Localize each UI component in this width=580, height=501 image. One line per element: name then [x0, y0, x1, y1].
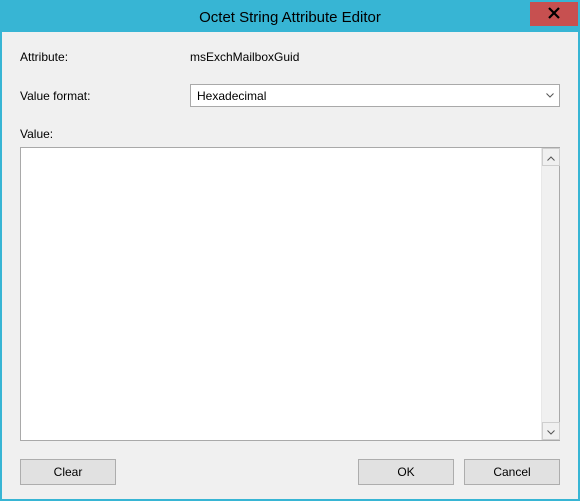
button-row: Clear OK Cancel — [20, 459, 560, 485]
close-icon — [548, 7, 560, 22]
titlebar: Octet String Attribute Editor — [2, 2, 578, 32]
value-label: Value: — [20, 127, 53, 141]
attribute-label: Attribute: — [20, 50, 190, 64]
value-format-select[interactable]: Hexadecimal — [190, 84, 560, 107]
close-button[interactable] — [530, 2, 578, 26]
chevron-down-icon — [547, 424, 555, 438]
scrollbar[interactable] — [541, 148, 559, 440]
value-textarea[interactable] — [21, 148, 541, 440]
value-format-selected: Hexadecimal — [197, 89, 541, 103]
ok-button[interactable]: OK — [358, 459, 454, 485]
cancel-button[interactable]: Cancel — [464, 459, 560, 485]
attribute-name: msExchMailboxGuid — [190, 50, 560, 64]
attribute-row: Attribute: msExchMailboxGuid — [20, 50, 560, 64]
value-format-label: Value format: — [20, 89, 190, 103]
chevron-up-icon — [547, 150, 555, 164]
value-format-row: Value format: Hexadecimal — [20, 84, 560, 107]
scroll-down-button[interactable] — [542, 422, 560, 440]
chevron-down-icon — [541, 85, 559, 106]
value-textarea-wrap — [20, 147, 560, 441]
clear-button[interactable]: Clear — [20, 459, 116, 485]
window-title: Octet String Attribute Editor — [199, 9, 381, 26]
spacer — [126, 459, 348, 485]
dialog-window: Octet String Attribute Editor Attribute:… — [0, 0, 580, 501]
value-label-row: Value: — [20, 127, 560, 141]
scroll-up-button[interactable] — [542, 148, 560, 166]
client-area: Attribute: msExchMailboxGuid Value forma… — [2, 32, 578, 499]
